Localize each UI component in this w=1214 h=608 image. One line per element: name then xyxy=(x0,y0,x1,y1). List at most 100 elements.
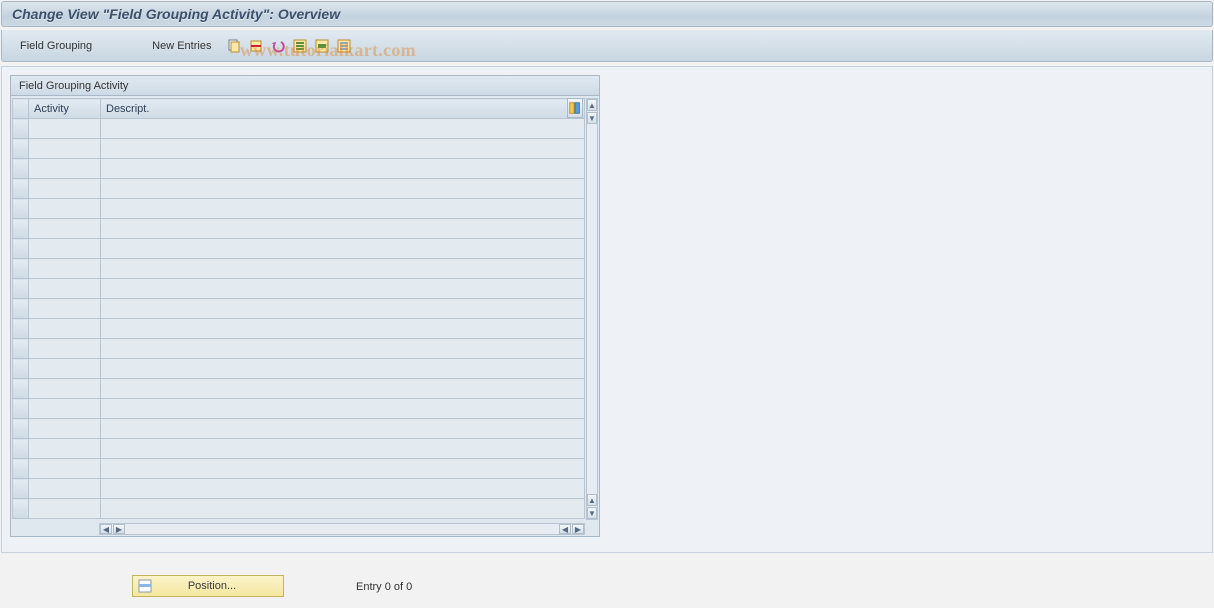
cell-activity[interactable] xyxy=(29,279,101,299)
table-row[interactable] xyxy=(13,159,585,179)
data-grid[interactable]: Activity Descript. xyxy=(12,98,585,519)
menu-field-grouping[interactable]: Field Grouping xyxy=(14,37,98,55)
table-row[interactable] xyxy=(13,339,585,359)
cell-activity[interactable] xyxy=(29,259,101,279)
table-row[interactable] xyxy=(13,299,585,319)
row-selector[interactable] xyxy=(13,219,29,239)
vertical-scrollbar[interactable]: ▲ ▼ ▲ ▼ xyxy=(586,98,598,520)
cell-activity[interactable] xyxy=(29,439,101,459)
cell-activity[interactable] xyxy=(29,119,101,139)
row-selector[interactable] xyxy=(13,359,29,379)
row-selector[interactable] xyxy=(13,439,29,459)
column-select-all[interactable] xyxy=(13,99,29,119)
cell-activity[interactable] xyxy=(29,319,101,339)
table-row[interactable] xyxy=(13,319,585,339)
row-selector[interactable] xyxy=(13,339,29,359)
row-selector[interactable] xyxy=(13,119,29,139)
cell-activity[interactable] xyxy=(29,459,101,479)
cell-activity[interactable] xyxy=(29,399,101,419)
cell-description[interactable] xyxy=(101,199,585,219)
cell-description[interactable] xyxy=(101,239,585,259)
table-row[interactable] xyxy=(13,459,585,479)
cell-activity[interactable] xyxy=(29,479,101,499)
scroll-left-icon[interactable]: ◀ xyxy=(100,524,112,534)
cell-description[interactable] xyxy=(101,179,585,199)
cell-activity[interactable] xyxy=(29,159,101,179)
cell-description[interactable] xyxy=(101,259,585,279)
cell-description[interactable] xyxy=(101,359,585,379)
row-selector[interactable] xyxy=(13,479,29,499)
table-row[interactable] xyxy=(13,219,585,239)
cell-description[interactable] xyxy=(101,139,585,159)
row-selector[interactable] xyxy=(13,299,29,319)
table-row[interactable] xyxy=(13,499,585,519)
table-row[interactable] xyxy=(13,199,585,219)
row-selector[interactable] xyxy=(13,239,29,259)
cell-description[interactable] xyxy=(101,479,585,499)
cell-description[interactable] xyxy=(101,439,585,459)
cell-activity[interactable] xyxy=(29,219,101,239)
table-row[interactable] xyxy=(13,279,585,299)
row-selector[interactable] xyxy=(13,279,29,299)
copy-button[interactable] xyxy=(224,36,244,56)
row-selector[interactable] xyxy=(13,259,29,279)
row-selector[interactable] xyxy=(13,159,29,179)
cell-activity[interactable] xyxy=(29,299,101,319)
cell-description[interactable] xyxy=(101,419,585,439)
cell-description[interactable] xyxy=(101,379,585,399)
cell-activity[interactable] xyxy=(29,139,101,159)
position-button[interactable]: Position... xyxy=(132,575,284,597)
row-selector[interactable] xyxy=(13,399,29,419)
row-selector[interactable] xyxy=(13,419,29,439)
row-selector[interactable] xyxy=(13,459,29,479)
select-all-button[interactable] xyxy=(290,36,310,56)
column-header-activity[interactable]: Activity xyxy=(29,99,101,119)
table-row[interactable] xyxy=(13,239,585,259)
cell-description[interactable] xyxy=(101,319,585,339)
scroll-right-icon[interactable]: ▶ xyxy=(113,524,125,534)
table-row[interactable] xyxy=(13,179,585,199)
cell-description[interactable] xyxy=(101,399,585,419)
table-row[interactable] xyxy=(13,119,585,139)
row-selector[interactable] xyxy=(13,499,29,519)
table-row[interactable] xyxy=(13,399,585,419)
table-row[interactable] xyxy=(13,259,585,279)
cell-activity[interactable] xyxy=(29,419,101,439)
table-row[interactable] xyxy=(13,439,585,459)
table-row[interactable] xyxy=(13,479,585,499)
cell-activity[interactable] xyxy=(29,239,101,259)
cell-activity[interactable] xyxy=(29,379,101,399)
scroll-up-icon[interactable]: ▲ xyxy=(587,494,597,506)
cell-description[interactable] xyxy=(101,279,585,299)
row-selector[interactable] xyxy=(13,179,29,199)
undo-button[interactable] xyxy=(268,36,288,56)
scroll-down-icon[interactable]: ▼ xyxy=(587,507,597,519)
scroll-up-icon[interactable]: ▲ xyxy=(587,99,597,111)
cell-description[interactable] xyxy=(101,459,585,479)
column-header-description[interactable]: Descript. xyxy=(101,99,585,119)
cell-description[interactable] xyxy=(101,339,585,359)
cell-activity[interactable] xyxy=(29,359,101,379)
cell-activity[interactable] xyxy=(29,199,101,219)
row-selector[interactable] xyxy=(13,139,29,159)
table-row[interactable] xyxy=(13,379,585,399)
cell-description[interactable] xyxy=(101,299,585,319)
cell-description[interactable] xyxy=(101,499,585,519)
table-settings-button[interactable] xyxy=(567,98,583,118)
table-row[interactable] xyxy=(13,359,585,379)
cell-activity[interactable] xyxy=(29,179,101,199)
row-selector[interactable] xyxy=(13,199,29,219)
row-selector[interactable] xyxy=(13,379,29,399)
cell-description[interactable] xyxy=(101,219,585,239)
select-block-button[interactable] xyxy=(312,36,332,56)
deselect-all-button[interactable] xyxy=(334,36,354,56)
scroll-down-icon[interactable]: ▼ xyxy=(587,112,597,124)
delete-button[interactable] xyxy=(246,36,266,56)
table-row[interactable] xyxy=(13,139,585,159)
scroll-left-icon[interactable]: ◀ xyxy=(559,524,571,534)
cell-activity[interactable] xyxy=(29,499,101,519)
cell-activity[interactable] xyxy=(29,339,101,359)
cell-description[interactable] xyxy=(101,159,585,179)
horizontal-scrollbar[interactable]: ◀ ▶ ◀ ▶ xyxy=(99,523,585,535)
row-selector[interactable] xyxy=(13,319,29,339)
